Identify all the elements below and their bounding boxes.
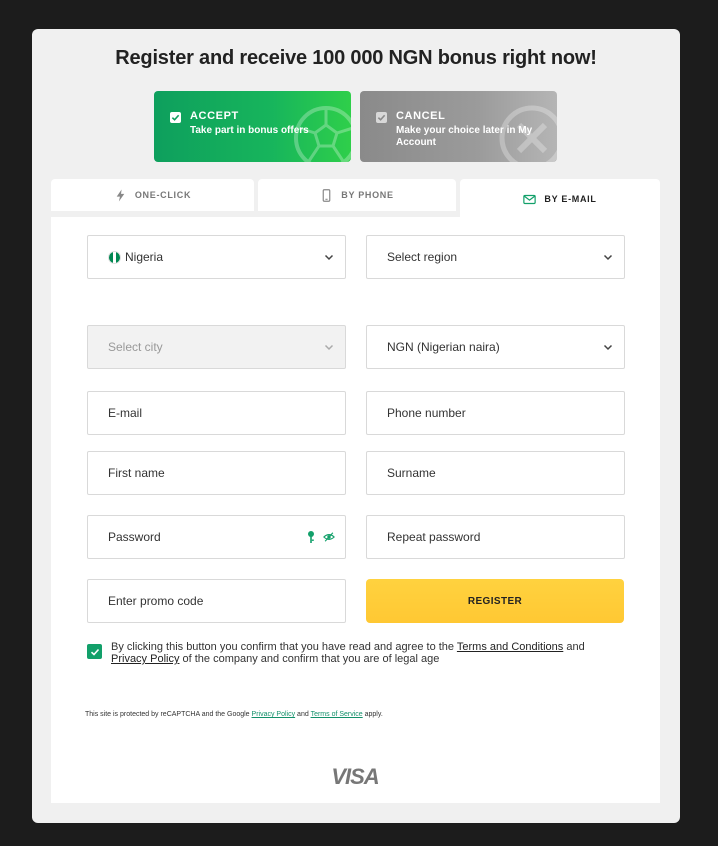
phone-icon [322,188,331,202]
checkbox-icon [170,112,181,123]
agree-checkbox[interactable] [87,644,102,659]
phone-placeholder: Phone number [387,406,466,420]
recaptcha-text-part: and [295,711,311,718]
google-terms-link[interactable]: Terms of Service [311,711,363,718]
recaptcha-text-part: This site is protected by reCAPTCHA and … [85,711,252,718]
eye-hidden-icon[interactable] [323,530,335,544]
close-circle-icon [499,105,557,162]
chevron-down-icon [603,254,613,261]
tab-one-click[interactable]: ONE-CLICK [51,179,254,211]
tab-by-email[interactable]: BY E-MAIL [460,179,660,219]
surname-field[interactable]: Surname [366,451,625,495]
password-placeholder: Password [108,530,161,544]
chevron-down-icon [603,344,613,351]
registration-modal: Register and receive 100 000 NGN bonus r… [32,29,680,823]
surname-placeholder: Surname [387,466,436,480]
country-select[interactable]: Nigeria [87,235,346,279]
nigeria-flag-icon [108,250,121,264]
country-value: Nigeria [125,250,164,264]
lightning-icon [116,189,125,201]
agreement-text-part: and [563,641,585,653]
region-select[interactable]: Select region [366,235,625,279]
checkbox-icon [376,112,387,123]
privacy-policy-link[interactable]: Privacy Policy [111,653,179,665]
first-name-field[interactable]: First name [87,451,346,495]
tab-by-phone[interactable]: BY PHONE [258,179,456,211]
city-select[interactable]: Select city [87,325,346,369]
register-button[interactable]: REGISTER [366,579,624,623]
cancel-bonus-button[interactable]: CANCEL Make your choice later in My Acco… [360,91,557,162]
recaptcha-notice: This site is protected by reCAPTCHA and … [85,711,383,718]
envelope-icon [523,194,537,204]
agreement-text: By clicking this button you confirm that… [111,641,611,665]
email-field[interactable]: E-mail [87,391,346,435]
tab-label: ONE-CLICK [134,190,192,200]
agreement-text-part: By clicking this button you confirm that… [111,641,457,653]
visa-logo: VISA [331,764,379,789]
tab-label: BY PHONE [341,190,394,200]
password-field[interactable]: Password [87,515,346,559]
repeat-password-placeholder: Repeat password [387,530,481,544]
accept-bonus-button[interactable]: ACCEPT Take part in bonus offers [154,91,351,162]
chevron-down-icon [324,344,334,351]
phone-field[interactable]: Phone number [366,391,625,435]
page-title: Register and receive 100 000 NGN bonus r… [115,47,597,69]
football-icon [294,106,351,162]
password-tools [305,530,335,544]
first-name-placeholder: First name [108,466,165,480]
repeat-password-field[interactable]: Repeat password [366,515,625,559]
email-placeholder: E-mail [108,406,143,420]
tab-label: BY E-MAIL [544,194,597,204]
terms-link[interactable]: Terms and Conditions [457,641,563,653]
registration-form: Nigeria Select region Select city NGN (N… [51,217,660,803]
recaptcha-text-part: apply. [362,711,383,718]
promo-code-field[interactable]: Enter promo code [87,579,346,623]
chevron-down-icon [324,254,334,261]
city-value: Select city [108,340,163,354]
key-icon[interactable] [305,530,317,544]
checkmark-icon [90,648,99,656]
google-privacy-link[interactable]: Privacy Policy [252,711,296,718]
agreement-text-part: of the company and confirm that you are … [179,653,440,665]
currency-value: NGN (Nigerian naira) [387,340,500,354]
promo-code-placeholder: Enter promo code [108,594,204,608]
region-value: Select region [387,250,458,264]
currency-select[interactable]: NGN (Nigerian naira) [366,325,625,369]
